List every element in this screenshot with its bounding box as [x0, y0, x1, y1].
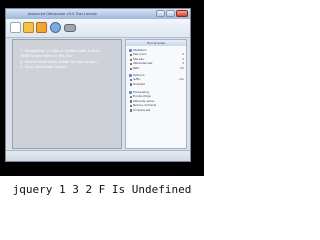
screenshot-frame: Javascript Obfuscator v3.0 Trial License…	[0, 0, 204, 176]
statistics-title-label: Statistics	[133, 48, 147, 52]
bullet-icon	[130, 58, 132, 61]
new-file-icon[interactable]	[10, 22, 21, 33]
panel-header: Tool License	[126, 40, 186, 46]
row-label: Compress size	[133, 108, 151, 112]
title-bar[interactable]: Javascript Obfuscator v3.0 Trial License	[6, 9, 190, 19]
open-folder-icon[interactable]	[23, 22, 34, 33]
row-label: Ratio:	[133, 66, 140, 70]
row-value: 0%	[180, 66, 184, 70]
drop-hint-text: 1. Drag&drop .js files or folders with j…	[20, 49, 100, 70]
statistics-section-title[interactable]: Statistics	[129, 48, 147, 52]
options-row[interactable]: Suffix: .min	[130, 78, 184, 82]
row-value: 0	[182, 62, 184, 65]
row-value: 0	[182, 53, 184, 56]
bullet-icon	[130, 67, 132, 70]
options-section-title[interactable]: Options	[129, 73, 145, 77]
close-button[interactable]	[176, 10, 188, 17]
options-title-label: Options	[133, 73, 145, 77]
statistics-row: Ratio: 0%	[130, 67, 184, 71]
options-icon[interactable]	[50, 22, 61, 33]
caption-text: jquery 1 3 2 F Is Undefined	[12, 183, 192, 196]
save-icon[interactable]	[36, 22, 47, 33]
minimize-button[interactable]	[156, 10, 165, 17]
obfuscate-icon[interactable]	[64, 24, 76, 32]
row-value: 0	[182, 57, 184, 61]
row-label: Encode strings	[133, 95, 151, 98]
statistics-icon	[129, 48, 132, 52]
bullet-icon	[130, 54, 132, 56]
row-label: Remove comments	[133, 104, 157, 107]
processing-row[interactable]: Compress size	[130, 109, 184, 113]
row-label: Files count:	[133, 53, 147, 56]
row-label: Obfuscated size:	[133, 62, 153, 65]
options-section-icon	[129, 73, 132, 77]
processing-icon	[129, 90, 132, 94]
processing-title-label: Processing	[133, 90, 150, 94]
processing-row[interactable]: Obfuscate names	[130, 100, 184, 104]
status-bar	[6, 150, 190, 161]
options-row[interactable]: Compress	[130, 83, 184, 87]
processing-section-title[interactable]: Processing	[129, 90, 149, 94]
row-label: Files size:	[133, 57, 145, 61]
app-window: Javascript Obfuscator v3.0 Trial License…	[5, 8, 191, 162]
row-label: Compress	[133, 82, 145, 86]
processing-row[interactable]: Remove comments	[130, 104, 184, 108]
row-label: Suffix:	[133, 78, 141, 81]
processing-row[interactable]: Encode strings	[130, 95, 184, 99]
side-panel: Tool License Statistics Files count: 0 F…	[125, 39, 187, 149]
window-title: Javascript Obfuscator v3.0 Trial License	[28, 12, 97, 16]
bullet-icon	[130, 63, 132, 65]
statistics-row: Obfuscated size: 0	[130, 62, 184, 66]
row-label: Obfuscate names	[133, 99, 154, 103]
statistics-row: Files size: 0	[130, 58, 184, 62]
row-value: .min	[178, 78, 184, 81]
statistics-row: Files count: 0	[130, 53, 184, 57]
maximize-button[interactable]	[166, 10, 175, 17]
toolbar	[6, 19, 190, 38]
